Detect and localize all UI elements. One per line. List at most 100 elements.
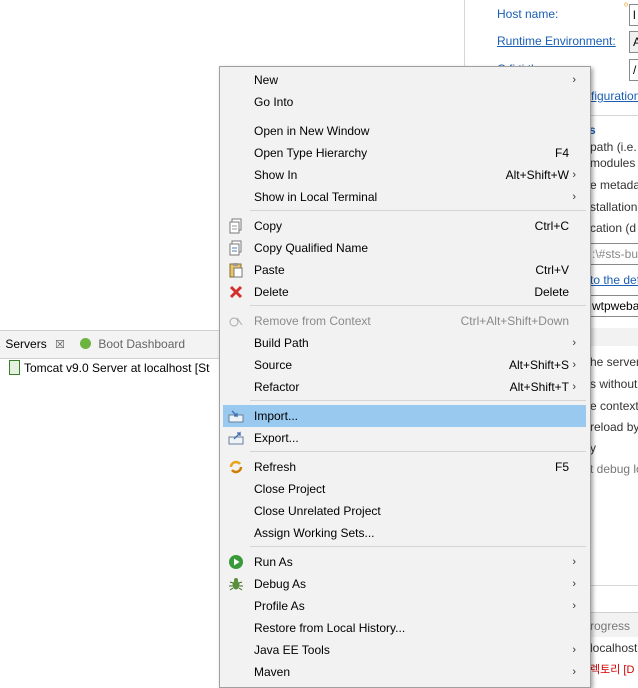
menu-item-show-in[interactable]: Show In Alt+Shift+W › bbox=[223, 164, 586, 186]
warning-marker-icon: ⁰ bbox=[624, 2, 629, 13]
menu-item-label: Open Type Hierarchy bbox=[254, 146, 368, 160]
editor-text-line: he server. bbox=[590, 355, 638, 369]
copy-qualified-icon bbox=[228, 240, 244, 256]
chevron-right-icon: › bbox=[572, 666, 576, 678]
close-icon[interactable]: ☒ bbox=[55, 339, 65, 351]
views-tabbar: ↓ Servers ☒ Boot Dashboard bbox=[0, 330, 220, 359]
menu-item-shortcut: Alt+Shift+T bbox=[509, 380, 569, 394]
menu-item-close-project[interactable]: Close Project bbox=[223, 478, 586, 500]
menu-item-assign-working-sets[interactable]: Assign Working Sets... bbox=[223, 522, 586, 544]
paste-icon bbox=[228, 262, 244, 278]
menu-item-refactor[interactable]: Refactor Alt+Shift+T › bbox=[223, 376, 586, 398]
menu-item-label: Maven bbox=[254, 665, 291, 679]
menu-item-shortcut: Alt+Shift+W bbox=[505, 168, 569, 182]
menu-item-label: Copy Qualified Name bbox=[254, 241, 369, 255]
menu-item-label: Close Unrelated Project bbox=[254, 504, 381, 518]
export-icon bbox=[228, 430, 244, 446]
menu-item-run-as[interactable]: Run As › bbox=[223, 551, 586, 573]
menu-item-shortcut: Ctrl+V bbox=[535, 263, 569, 277]
menu-item-maven[interactable]: Maven › bbox=[223, 661, 586, 683]
menu-item-label: Run As bbox=[254, 555, 293, 569]
editor-text-line: path (i.e. c bbox=[590, 140, 638, 154]
servers-icon: ↓ bbox=[0, 337, 2, 351]
progress-tab[interactable]: rogress bbox=[590, 619, 630, 633]
webapp-path-field[interactable]: wtpwebap bbox=[588, 295, 638, 317]
menu-item-label: Build Path bbox=[254, 336, 309, 350]
editor-text-line: e context bbox=[590, 399, 638, 413]
menu-item-label: Copy bbox=[254, 219, 283, 233]
menu-item-new[interactable]: New › bbox=[223, 69, 586, 91]
set-default-link[interactable]: to the def bbox=[590, 273, 638, 287]
menu-item-show-in-local-terminal[interactable]: Show in Local Terminal › bbox=[223, 186, 586, 208]
menu-item-java-ee-tools[interactable]: Java EE Tools › bbox=[223, 639, 586, 661]
menu-separator bbox=[250, 400, 586, 401]
menu-item-label: Refresh bbox=[254, 460, 297, 474]
server-row[interactable]: Tomcat v9.0 Server at localhost [St bbox=[0, 358, 220, 378]
menu-item-label: Import... bbox=[254, 409, 299, 423]
menu-item-label: Restore from Local History... bbox=[254, 621, 406, 635]
menu-separator bbox=[250, 451, 586, 452]
menu-item-label: Delete bbox=[254, 285, 289, 299]
chevron-right-icon: › bbox=[572, 337, 576, 349]
menu-item-delete[interactable]: Delete Delete bbox=[223, 281, 586, 303]
menu-item-remove-from-context: Remove from Context Ctrl+Alt+Shift+Down bbox=[223, 310, 586, 332]
configuration-link[interactable]: figuration bbox=[591, 89, 638, 103]
menu-item-shortcut: Delete bbox=[534, 285, 569, 299]
menu-item-shortcut: Ctrl+C bbox=[534, 219, 569, 233]
menu-item-shortcut: Ctrl+Alt+Shift+Down bbox=[460, 314, 569, 328]
chevron-right-icon: › bbox=[572, 644, 576, 656]
menu-item-open-type-hierarchy[interactable]: Open Type Hierarchy F4 bbox=[223, 142, 586, 164]
menu-item-open-in-new-window[interactable]: Open in New Window bbox=[223, 120, 586, 142]
menu-item-build-path[interactable]: Build Path › bbox=[223, 332, 586, 354]
menu-item-label: Profile As bbox=[254, 599, 305, 613]
tab-servers[interactable]: ↓ Servers ☒ bbox=[0, 331, 65, 358]
context-menu: New › Go Into Open in New Window Open Type H… bbox=[219, 66, 591, 688]
editor-text-line: cation (d bbox=[590, 221, 637, 235]
run-icon bbox=[228, 554, 244, 570]
menu-item-label: Open in New Window bbox=[254, 124, 370, 138]
menu-item-label: Source bbox=[254, 358, 293, 372]
menu-item-label: Go Into bbox=[254, 95, 294, 109]
menu-item-label: New bbox=[254, 73, 279, 87]
menu-item-debug-as[interactable]: Debug As › bbox=[223, 573, 586, 595]
menu-item-label: Assign Working Sets... bbox=[254, 526, 375, 540]
chevron-right-icon: › bbox=[572, 169, 576, 181]
menu-separator bbox=[250, 305, 586, 306]
menu-item-restore-from-local-history[interactable]: Restore from Local History... bbox=[223, 617, 586, 639]
menu-item-refresh[interactable]: Refresh F5 bbox=[223, 456, 586, 478]
runtime-environment-link[interactable]: Runtime Environment: bbox=[497, 34, 616, 48]
menu-item-shortcut: F4 bbox=[554, 146, 569, 160]
refresh-icon bbox=[228, 459, 244, 475]
menu-item-copy[interactable]: Copy Ctrl+C bbox=[223, 215, 586, 237]
chevron-right-icon: › bbox=[572, 359, 576, 371]
menu-item-paste[interactable]: Paste Ctrl+V bbox=[223, 259, 586, 281]
import-icon bbox=[228, 408, 244, 424]
menu-item-label: Show In bbox=[254, 168, 298, 182]
menu-separator bbox=[250, 546, 586, 547]
menu-item-label: Refactor bbox=[254, 380, 300, 394]
menu-item-copy-qualified-name[interactable]: Copy Qualified Name bbox=[223, 237, 586, 259]
host-name-label: Host name: bbox=[497, 7, 559, 21]
menu-item-label: Paste bbox=[254, 263, 285, 277]
menu-item-go-into[interactable]: Go Into bbox=[223, 91, 586, 113]
editor-text-line: modules bbox=[590, 156, 636, 170]
chevron-right-icon: › bbox=[572, 381, 576, 393]
runtime-environment-select[interactable]: A bbox=[629, 31, 638, 53]
deploy-path-field[interactable]: :\#sts-bu bbox=[588, 243, 638, 265]
menu-item-close-unrelated-project[interactable]: Close Unrelated Project bbox=[223, 500, 586, 522]
menu-item-shortcut: F5 bbox=[554, 460, 569, 474]
chevron-right-icon: › bbox=[572, 600, 576, 612]
menu-item-source[interactable]: Source Alt+Shift+S › bbox=[223, 354, 586, 376]
config-path-field[interactable]: / bbox=[629, 59, 638, 81]
editor-text-line: e metadat bbox=[590, 178, 638, 192]
chevron-right-icon: › bbox=[572, 556, 576, 568]
tab-boot-dashboard[interactable]: Boot Dashboard bbox=[80, 331, 185, 358]
console-localhost-text: localhost bbox=[590, 641, 638, 655]
editor-text-line: reload by bbox=[590, 420, 638, 434]
host-name-field[interactable]: l bbox=[629, 4, 638, 26]
remove-context-icon bbox=[228, 313, 244, 329]
menu-item-profile-as[interactable]: Profile As › bbox=[223, 595, 586, 617]
menu-item-import[interactable]: Import... bbox=[223, 405, 586, 427]
menu-item-label: Export... bbox=[254, 431, 299, 445]
menu-item-export[interactable]: Export... bbox=[223, 427, 586, 449]
